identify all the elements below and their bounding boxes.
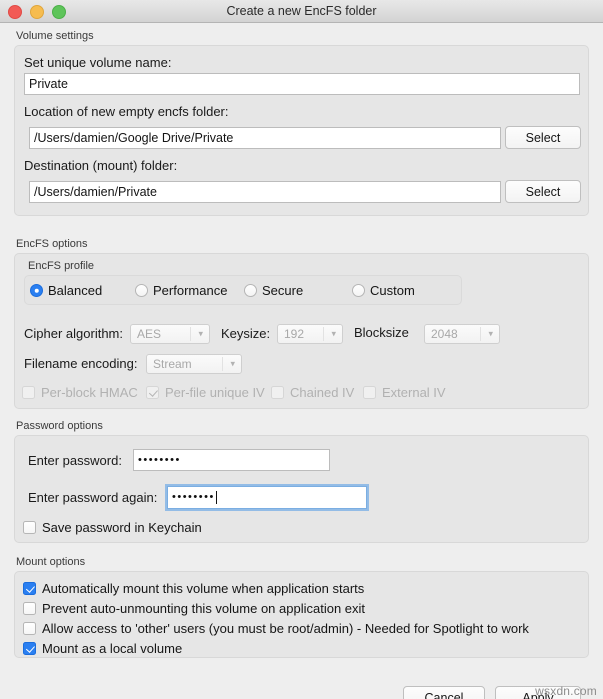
window-title: Create a new EncFS folder bbox=[226, 4, 377, 18]
radio-dot-icon bbox=[30, 284, 43, 297]
checkbox-external-iv[interactable]: External IV bbox=[363, 385, 446, 400]
watermark: wsxdn.com bbox=[535, 684, 597, 698]
radio-label: Custom bbox=[370, 283, 415, 298]
checkbox-label: Mount as a local volume bbox=[42, 641, 183, 656]
location-input[interactable]: /Users/damien/Google Drive/Private bbox=[29, 127, 501, 149]
radio-label: Performance bbox=[153, 283, 228, 298]
password-label: Enter password: bbox=[28, 453, 122, 468]
radio-profile-performance[interactable]: Performance bbox=[135, 283, 227, 298]
checkbox-label: Chained IV bbox=[290, 385, 355, 400]
checkbox-save-password-keychain[interactable]: Save password in Keychain bbox=[23, 520, 202, 535]
password-again-label: Enter password again: bbox=[28, 490, 158, 505]
password-value: •••••••• bbox=[138, 453, 181, 466]
close-button-icon[interactable] bbox=[8, 5, 22, 19]
select-divider bbox=[190, 327, 191, 341]
checkbox-icon bbox=[363, 386, 376, 399]
checkbox-label: Allow access to 'other' users (you must … bbox=[42, 621, 529, 636]
cancel-button[interactable]: Cancel bbox=[403, 686, 485, 699]
checkbox-label: Prevent auto-unmounting this volume on a… bbox=[42, 601, 366, 616]
checkbox-icon bbox=[271, 386, 284, 399]
radio-profile-secure[interactable]: Secure bbox=[244, 283, 303, 298]
zoom-button-icon[interactable] bbox=[52, 5, 66, 19]
checkbox-mount-local-volume[interactable]: Mount as a local volume bbox=[23, 641, 182, 656]
select-divider bbox=[323, 327, 324, 341]
checkbox-icon bbox=[23, 582, 36, 595]
keysize-value: 192 bbox=[284, 327, 305, 341]
checkbox-icon bbox=[23, 521, 36, 534]
checkbox-icon bbox=[23, 622, 36, 635]
checkbox-prevent-auto-unmount[interactable]: Prevent auto-unmounting this volume on a… bbox=[23, 601, 365, 616]
chevron-down-icon: ▾ bbox=[488, 328, 493, 339]
password-again-value: •••••••• bbox=[172, 491, 215, 503]
encfs-create-folder-window: Create a new EncFS folder Volume setting… bbox=[0, 0, 603, 699]
checkbox-label: Per-block HMAC bbox=[41, 385, 138, 400]
blocksize-label: Blocksize bbox=[354, 325, 409, 340]
radio-label: Balanced bbox=[48, 283, 103, 298]
volume-name-label: Set unique volume name: bbox=[24, 55, 172, 70]
chevron-down-icon: ▾ bbox=[331, 328, 336, 339]
chevron-down-icon: ▾ bbox=[198, 328, 203, 339]
checkbox-label: Automatically mount this volume when app… bbox=[42, 581, 365, 596]
minimize-button-icon[interactable] bbox=[30, 5, 44, 19]
checkbox-icon bbox=[23, 642, 36, 655]
radio-dot-icon bbox=[352, 284, 365, 297]
volume-name-input[interactable]: Private bbox=[24, 73, 580, 95]
checkbox-icon bbox=[146, 386, 159, 399]
checkbox-auto-mount[interactable]: Automatically mount this volume when app… bbox=[23, 581, 364, 596]
cipher-algorithm-select[interactable]: AES ▾ bbox=[130, 324, 210, 344]
checkbox-label: External IV bbox=[382, 385, 446, 400]
cipher-algorithm-label: Cipher algorithm: bbox=[24, 326, 123, 341]
encfs-options-section-label: EncFS options bbox=[16, 238, 88, 250]
keysize-select[interactable]: 192 ▾ bbox=[277, 324, 343, 344]
volume-settings-section-label: Volume settings bbox=[16, 30, 94, 42]
filename-encoding-select[interactable]: Stream ▾ bbox=[146, 354, 242, 374]
checkbox-label: Per-file unique IV bbox=[165, 385, 265, 400]
destination-select-button[interactable]: Select bbox=[505, 180, 581, 203]
destination-label: Destination (mount) folder: bbox=[24, 158, 178, 173]
checkbox-per-block-hmac[interactable]: Per-block HMAC bbox=[22, 385, 138, 400]
traffic-light-group bbox=[8, 5, 66, 19]
dialog-content: Volume settings Set unique volume name: … bbox=[0, 23, 603, 699]
blocksize-select[interactable]: 2048 ▾ bbox=[424, 324, 500, 344]
cipher-algorithm-value: AES bbox=[137, 327, 162, 341]
location-select-button[interactable]: Select bbox=[505, 126, 581, 149]
checkbox-icon bbox=[22, 386, 35, 399]
radio-profile-custom[interactable]: Custom bbox=[352, 283, 415, 298]
filename-encoding-value: Stream bbox=[153, 357, 192, 371]
keysize-label: Keysize: bbox=[221, 326, 271, 341]
text-caret bbox=[215, 491, 217, 504]
select-divider bbox=[480, 327, 481, 341]
blocksize-value: 2048 bbox=[431, 327, 458, 341]
radio-profile-balanced[interactable]: Balanced bbox=[30, 283, 102, 298]
select-divider bbox=[222, 357, 223, 371]
window-titlebar: Create a new EncFS folder bbox=[0, 0, 603, 23]
radio-dot-icon bbox=[244, 284, 257, 297]
mount-options-section-label: Mount options bbox=[16, 556, 86, 568]
checkbox-chained-iv[interactable]: Chained IV bbox=[271, 385, 354, 400]
radio-label: Secure bbox=[262, 283, 304, 298]
checkbox-label: Save password in Keychain bbox=[42, 520, 202, 535]
checkbox-icon bbox=[23, 602, 36, 615]
checkbox-per-file-unique-iv[interactable]: Per-file unique IV bbox=[146, 385, 265, 400]
chevron-down-icon: ▾ bbox=[230, 358, 235, 369]
checkbox-allow-other-users[interactable]: Allow access to 'other' users (you must … bbox=[23, 621, 529, 636]
radio-dot-icon bbox=[135, 284, 148, 297]
encfs-profile-label: EncFS profile bbox=[28, 260, 95, 272]
password-input[interactable]: •••••••• bbox=[133, 449, 330, 471]
location-label: Location of new empty encfs folder: bbox=[24, 104, 229, 119]
password-options-section-label: Password options bbox=[16, 420, 103, 432]
destination-input[interactable]: /Users/damien/Private bbox=[29, 181, 501, 203]
filename-encoding-label: Filename encoding: bbox=[24, 356, 138, 371]
password-again-input[interactable]: •••••••• bbox=[165, 484, 369, 511]
